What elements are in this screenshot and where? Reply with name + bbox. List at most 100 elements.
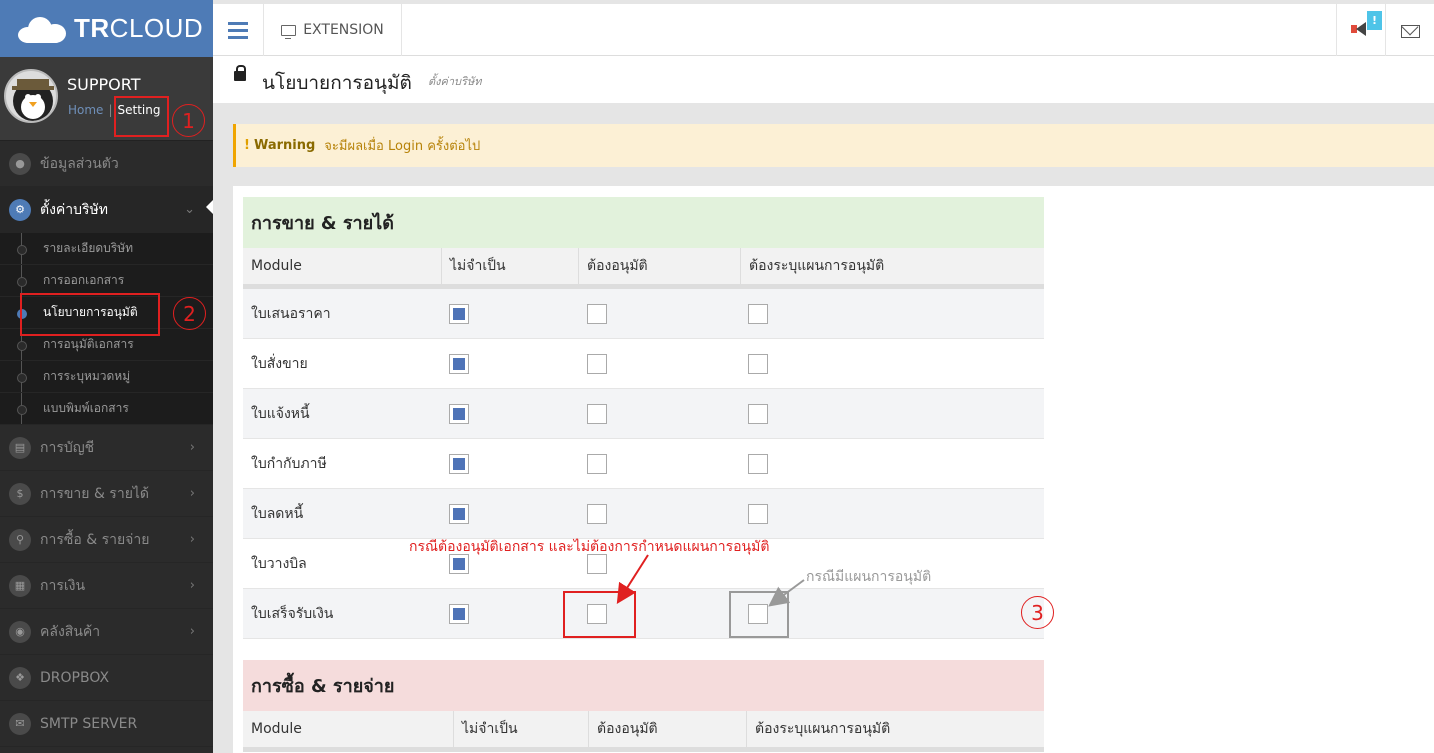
sidebar-item-accounting[interactable]: ▤ การบัญชี › [0, 425, 213, 471]
envelope-icon [1401, 25, 1420, 38]
annotation-note-plan: กรณีมีแผนการอนุมัติ [806, 569, 932, 585]
requires-approval-checkbox[interactable] [587, 504, 607, 524]
sidebar-item-label: การเงิน [40, 577, 86, 594]
menu-toggle-icon[interactable] [213, 4, 264, 56]
home-link[interactable]: Home [68, 103, 103, 117]
notification-badge: ! [1367, 11, 1382, 30]
table-row: ใบสั่งขาย [243, 339, 1044, 389]
sidebar-item-inventory[interactable]: ◉ คลังสินค้า › [0, 609, 213, 655]
purchase-approval-table: การซื้อ & รายจ่าย Module ไม่จำเป็น ต้องอ… [243, 660, 1044, 752]
sidebar-item-company-settings[interactable]: ⚙ ตั้งค่าบริษัท ⌄ [0, 187, 213, 233]
cart-icon: ⚲ [9, 528, 31, 551]
requires-approval-checkbox[interactable] [587, 454, 607, 474]
sidebar-item-dropbox[interactable]: ❖ DROPBOX [0, 655, 213, 701]
page-title: นโยบายการอนุมัติ [262, 72, 412, 94]
sidebar-item-finance[interactable]: ▦ การเงิน › [0, 563, 213, 609]
not-required-checkbox[interactable] [449, 454, 469, 474]
extension-button[interactable]: EXTENSION [264, 4, 402, 56]
sidebar-item-label: การขาย & รายได้ [40, 485, 150, 502]
module-name: ใบแจ้งหนี้ [251, 406, 310, 422]
dropbox-icon: ❖ [9, 666, 31, 689]
chevron-right-icon: › [189, 532, 195, 547]
table-row: ใบแจ้งหนี้ [243, 389, 1044, 439]
requires-plan-checkbox[interactable] [748, 354, 768, 374]
table-row: ใบเสนอราคา [243, 289, 1044, 339]
warning-label: Warning [253, 138, 316, 153]
chevron-right-icon: › [189, 440, 195, 455]
table-row: ใบเสร็จรับเงิน [243, 589, 1044, 639]
announcement-button[interactable]: ! [1336, 4, 1385, 56]
lock-icon [234, 65, 246, 81]
table-title: การซื้อ & รายจ่าย [243, 660, 1044, 711]
module-name: ใบวางบิล [251, 556, 307, 572]
warning-text: จะมีผลเมื่อ Login ครั้งต่อไป [324, 139, 481, 154]
module-name: ใบสั่งขาย [251, 356, 308, 372]
warning-alert: ! Warning จะมีผลเมื่อ Login ครั้งต่อไป [233, 124, 1434, 167]
requires-approval-checkbox[interactable] [587, 354, 607, 374]
sidebar-item-label: การซื้อ & รายจ่าย [40, 531, 150, 548]
annotation-box-plan-checkbox [729, 591, 789, 638]
chevron-right-icon: › [189, 624, 195, 639]
submenu-item-print-templates[interactable]: แบบพิมพ์เอกสาร [0, 393, 213, 425]
column-header: Module [251, 258, 302, 274]
annotation-number-2: 2 [173, 297, 206, 330]
annotation-number-1: 1 [172, 104, 205, 137]
link-separator: | [108, 103, 113, 117]
sidebar-item-personal-info[interactable]: ● ข้อมูลส่วนตัว [0, 141, 213, 187]
annotation-box-setting [114, 96, 169, 137]
annotation-box-approval-checkbox [563, 591, 636, 638]
sidebar-item-label: ตั้งค่าบริษัท [40, 201, 109, 218]
requires-approval-checkbox[interactable] [587, 304, 607, 324]
requires-plan-checkbox[interactable] [748, 454, 768, 474]
envelope-icon: ✉ [9, 712, 31, 735]
exclamation-icon: ! [244, 138, 250, 153]
not-required-checkbox[interactable] [449, 404, 469, 424]
column-header: Module [251, 721, 302, 737]
column-header: ไม่จำเป็น [441, 248, 578, 284]
sidebar-item-sales[interactable]: $ การขาย & รายได้ › [0, 471, 213, 517]
cloud-icon [18, 15, 68, 43]
cube-icon: ◉ [9, 620, 31, 643]
brand-logo[interactable]: TRCLOUD [0, 0, 213, 57]
module-name: ใบกำกับภาษี [251, 456, 327, 472]
gear-icon: ⚙ [9, 198, 31, 221]
calendar-icon: ▦ [9, 574, 31, 597]
not-required-checkbox[interactable] [449, 604, 469, 624]
book-icon: ▤ [9, 436, 31, 459]
avatar [4, 69, 58, 123]
submenu-item-categories[interactable]: การระบุหมวดหมู่ [0, 361, 213, 393]
user-icon: ● [9, 152, 31, 175]
column-header: ไม่จำเป็น [453, 711, 588, 747]
requires-plan-checkbox[interactable] [748, 404, 768, 424]
megaphone-icon [1351, 22, 1367, 36]
column-header: ต้องอนุมัติ [588, 711, 746, 747]
submenu-item-company-details[interactable]: รายละเอียดบริษัท [0, 233, 213, 265]
sidebar-item-purchases[interactable]: ⚲ การซื้อ & รายจ่าย › [0, 517, 213, 563]
column-header: ต้องระบุแผนการอนุมัติ [740, 248, 1044, 284]
sidebar-item-smtp-server[interactable]: ✉ SMTP SERVER [0, 701, 213, 747]
messages-button[interactable] [1385, 4, 1434, 56]
chevron-right-icon: › [189, 578, 195, 593]
dollar-icon: $ [9, 482, 31, 505]
annotation-note-approval: กรณีต้องอนุมัติเอกสาร และไม่ต้องการกำหนด… [409, 539, 770, 555]
requires-plan-checkbox[interactable] [748, 304, 768, 324]
not-required-checkbox[interactable] [449, 504, 469, 524]
module-name: ใบเสร็จรับเงิน [251, 606, 334, 622]
table-row: ใบลดหนี้ [243, 489, 1044, 539]
chevron-down-icon: ⌄ [184, 202, 195, 217]
not-required-checkbox[interactable] [449, 304, 469, 324]
chevron-right-icon: › [189, 486, 195, 501]
profile-name: SUPPORT [67, 75, 141, 94]
table-row: ใบกำกับภาษี [243, 439, 1044, 489]
requires-plan-checkbox[interactable] [748, 504, 768, 524]
annotation-number-3: 3 [1021, 596, 1054, 629]
sidebar-item-label: DROPBOX [40, 669, 110, 686]
not-required-checkbox[interactable] [449, 354, 469, 374]
annotation-box-approval-policy [20, 293, 160, 336]
module-name: ใบลดหนี้ [251, 506, 304, 522]
page-header: นโยบายการอนุมัติ ตั้งค่าบริษัท [213, 56, 1434, 103]
extension-label: EXTENSION [303, 22, 384, 38]
column-header: ต้องระบุแผนการอนุมัติ [746, 711, 1044, 747]
requires-approval-checkbox[interactable] [587, 404, 607, 424]
sidebar-item-label: ข้อมูลส่วนตัว [40, 155, 119, 172]
